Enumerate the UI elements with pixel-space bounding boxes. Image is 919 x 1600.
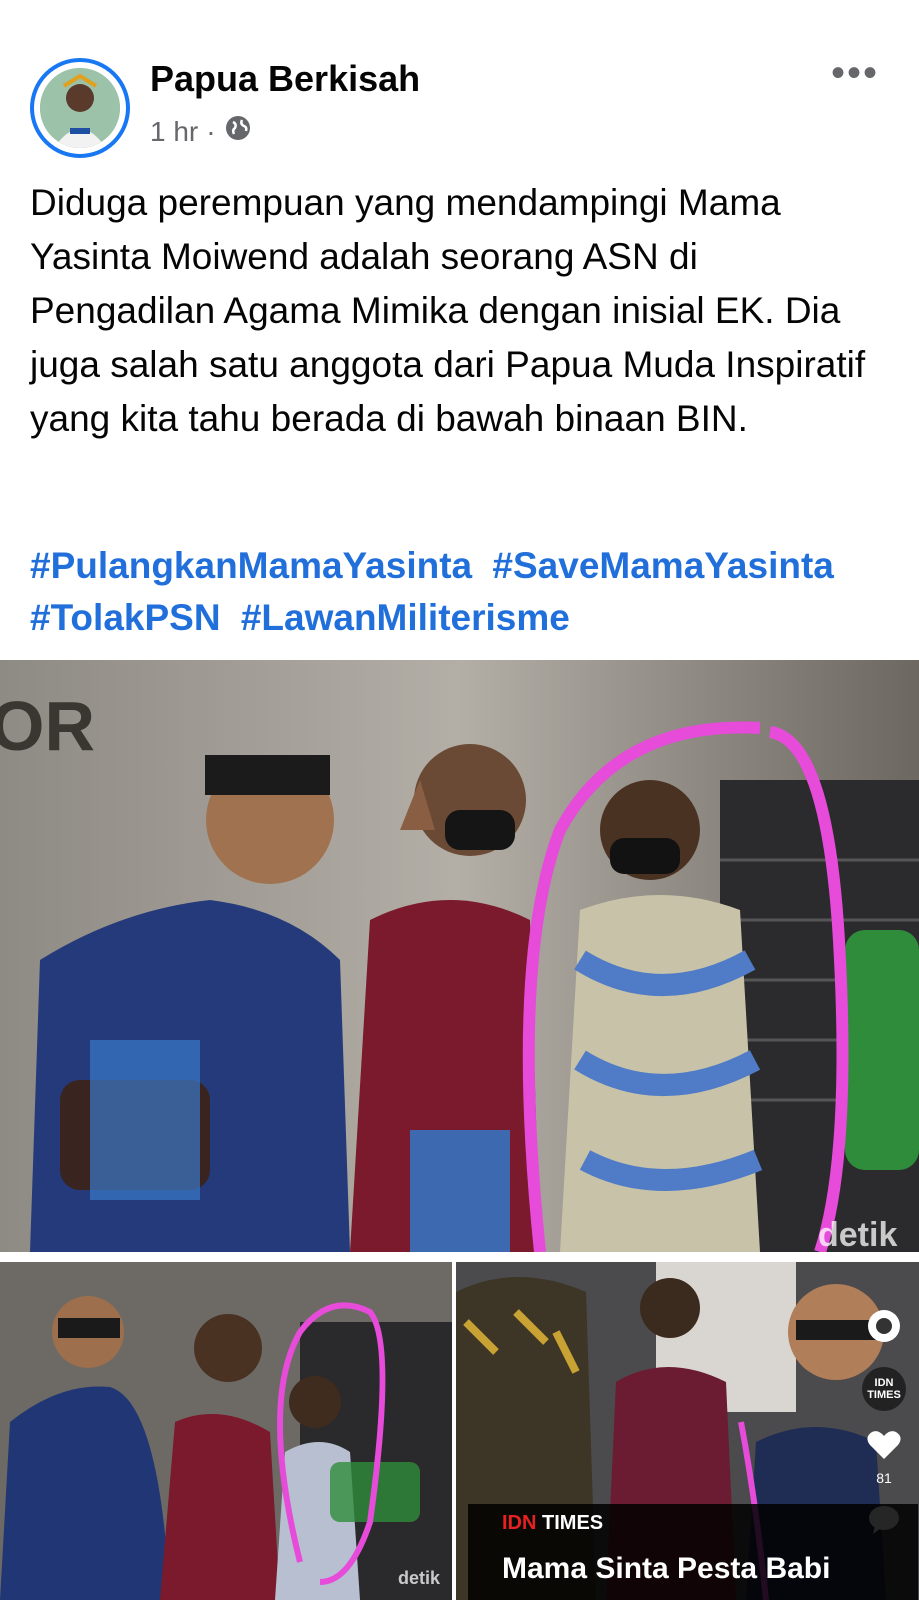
photo-watermark: detik xyxy=(398,1568,441,1588)
like-count: 81 xyxy=(876,1470,892,1486)
more-options-icon[interactable]: ••• xyxy=(831,53,879,93)
bottom-left-photo[interactable]: detik xyxy=(0,1262,452,1600)
hashtags: #PulangkanMamaYasinta #SaveMamaYasinta #… xyxy=(30,540,900,644)
post-text: Diduga perempuan yang mendampingi Mama Y… xyxy=(30,182,866,439)
avatar[interactable] xyxy=(30,58,130,158)
profile-side-label[interactable]: IDN TIMES xyxy=(862,1367,906,1411)
camera-icon[interactable] xyxy=(866,1308,902,1349)
avatar-image xyxy=(40,68,120,148)
caption-brand-idn: IDN xyxy=(502,1512,537,1534)
main-photo[interactable]: OR detik xyxy=(0,660,919,1252)
caption-brand: IDN TIMES xyxy=(502,1512,603,1535)
post-time[interactable]: 1 hr xyxy=(150,116,198,148)
post-header: Papua Berkisah 1 hr · ••• xyxy=(0,0,919,170)
photo-watermark: detik xyxy=(818,1216,898,1252)
video-caption: IDN TIMES Mama Sinta Pesta Babi xyxy=(468,1504,918,1600)
post-author[interactable]: Papua Berkisah xyxy=(150,58,420,100)
heart-icon[interactable] xyxy=(866,1429,902,1466)
meta-separator: · xyxy=(206,115,216,147)
post-meta: 1 hr · xyxy=(150,114,252,149)
globe-icon xyxy=(224,114,252,149)
hashtag-link[interactable]: #TolakPSN xyxy=(30,597,221,638)
caption-brand-times: TIMES xyxy=(536,1512,604,1534)
hashtag-link[interactable]: #PulangkanMamaYasinta xyxy=(30,545,472,586)
wall-text: OR xyxy=(0,687,95,765)
hashtag-link[interactable]: #LawanMiliterisme xyxy=(241,597,570,638)
caption-title: Mama Sinta Pesta Babi xyxy=(502,1552,831,1585)
hashtag-link[interactable]: #SaveMamaYasinta xyxy=(492,545,833,586)
